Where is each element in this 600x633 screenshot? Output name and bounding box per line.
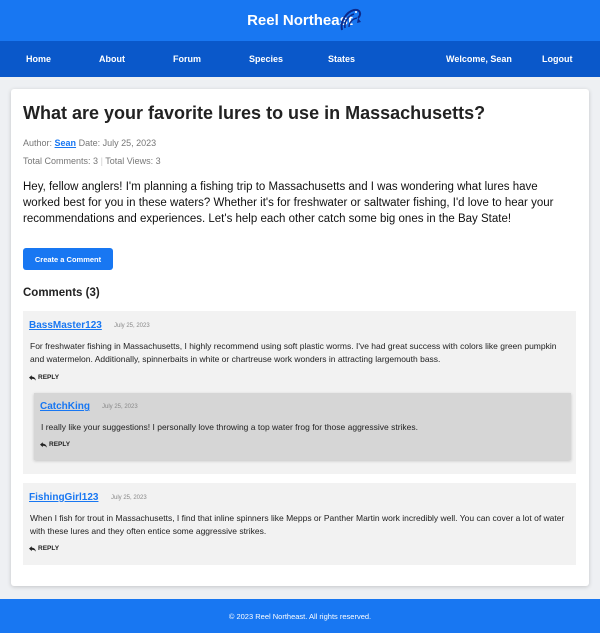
date-label: Date: xyxy=(78,138,101,148)
comment-date: July 25, 2023 xyxy=(114,323,150,329)
nav-home[interactable]: Home xyxy=(26,41,51,77)
nested-comment-item: CatchKing July 25, 2023 I really like yo… xyxy=(34,393,571,460)
fish-logo-icon xyxy=(340,8,362,31)
reply-label: REPLY xyxy=(38,545,60,552)
comment-author-link[interactable]: CatchKing xyxy=(40,401,90,412)
reply-button[interactable]: REPLY xyxy=(40,441,70,448)
reply-label: REPLY xyxy=(38,374,60,381)
nav-states[interactable]: States xyxy=(328,41,355,77)
post-title: What are your favorite lures to use in M… xyxy=(23,103,486,123)
comment-text: When I fish for trout in Massachusetts, … xyxy=(30,513,565,536)
comment-date: July 25, 2023 xyxy=(111,495,147,501)
comment-author-link[interactable]: FishingGirl123 xyxy=(29,492,98,503)
total-comments-count: 3 xyxy=(93,156,99,166)
comment-date: July 25, 2023 xyxy=(102,404,138,410)
comment-text: I really like your suggestions! I person… xyxy=(41,422,419,432)
footer-copyright: © 2023 Reel Northeast. All rights reserv… xyxy=(228,611,372,621)
comment-item: FishingGirl123 July 25, 2023 When I fish… xyxy=(23,483,576,565)
logout-link[interactable]: Logout xyxy=(542,41,573,77)
reply-button[interactable]: REPLY xyxy=(29,374,59,381)
create-comment-button[interactable]: Create a Comment xyxy=(23,248,113,270)
post-date: July 25, 2023 xyxy=(102,138,157,148)
reply-arrow-icon xyxy=(29,374,36,381)
reply-button[interactable]: REPLY xyxy=(29,545,59,552)
author-link[interactable]: Sean xyxy=(55,138,77,148)
main-nav: Home About Forum Species States Welcome,… xyxy=(0,41,600,77)
post-meta: Author: Sean Date: July 25, 2023 xyxy=(23,138,156,148)
author-label: Author: xyxy=(23,138,53,148)
reply-arrow-icon xyxy=(29,545,36,552)
site-footer: © 2023 Reel Northeast. All rights reserv… xyxy=(0,599,600,633)
total-views-count: 3 xyxy=(155,156,161,166)
comment-author-link[interactable]: BassMaster123 xyxy=(29,320,102,331)
comments-heading: Comments (3) xyxy=(23,287,100,299)
nav-about[interactable]: About xyxy=(99,41,125,77)
post-stats: Total Comments: 3 | Total Views: 3 xyxy=(23,156,161,166)
nav-welcome[interactable]: Welcome, Sean xyxy=(446,41,512,77)
site-header: Reel Northeast xyxy=(0,0,600,41)
post-card: What are your favorite lures to use in M… xyxy=(11,89,589,586)
stats-divider: | xyxy=(100,156,103,166)
comment-text: For freshwater fishing in Massachusetts,… xyxy=(30,341,557,364)
reply-arrow-icon xyxy=(40,441,47,448)
post-body: Hey, fellow anglers! I'm planning a fish… xyxy=(23,181,554,225)
nav-forum[interactable]: Forum xyxy=(173,41,201,77)
total-views-label: Total Views: xyxy=(105,156,154,166)
reply-label: REPLY xyxy=(49,441,71,448)
total-comments-label: Total Comments: xyxy=(23,156,91,166)
nav-species[interactable]: Species xyxy=(249,41,283,77)
